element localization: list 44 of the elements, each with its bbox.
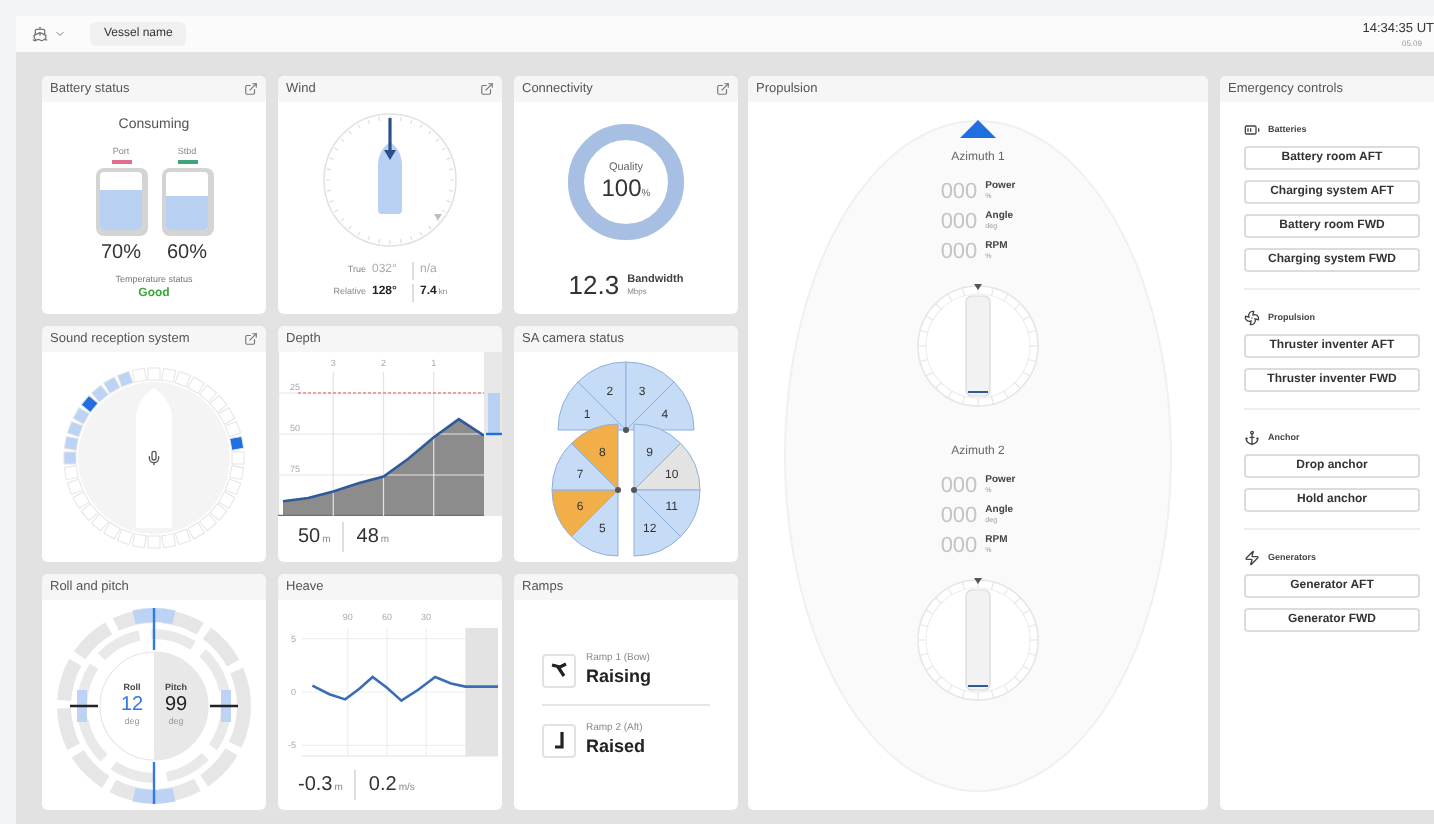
camera-node	[615, 487, 621, 493]
quality-value: 100	[601, 176, 642, 203]
bandwidth-value: 12.3	[568, 268, 620, 304]
external-link-icon[interactable]	[716, 82, 730, 96]
camera-sector[interactable]	[570, 489, 619, 557]
fan-icon	[1244, 310, 1260, 326]
camera-node	[631, 487, 637, 493]
camera-sector[interactable]	[633, 489, 701, 538]
camera-sector[interactable]	[625, 381, 695, 431]
ramp-icon	[551, 730, 567, 750]
camera-sector[interactable]	[633, 442, 701, 491]
camera-sector[interactable]	[570, 423, 619, 491]
battery-reading: 70%	[100, 241, 141, 265]
camera-sector[interactable]	[633, 423, 682, 491]
anchor-icon	[1244, 430, 1260, 446]
ramp-status: Raising	[586, 666, 652, 688]
thruster-dial-drawing	[916, 574, 1040, 706]
external-link-icon[interactable]	[244, 82, 258, 96]
ramp-icon	[549, 662, 569, 678]
battery-icon	[1244, 122, 1260, 138]
ramp-status: Raised	[586, 736, 646, 758]
reading-value: 0.2	[368, 772, 397, 800]
camera-sector[interactable]	[551, 442, 619, 491]
external-link-icon[interactable]	[244, 332, 258, 346]
camera-sector[interactable]	[625, 361, 675, 431]
reading-value: 50	[298, 524, 321, 552]
camera-sector[interactable]	[577, 361, 627, 431]
roll-value: 12	[120, 693, 144, 715]
reading-value: 48	[356, 524, 379, 552]
quality-ring	[566, 122, 686, 242]
battery-reading: 60%	[166, 241, 207, 265]
reading-value: -0.3	[298, 772, 333, 800]
wind-dial-drawing	[320, 110, 460, 250]
pitch-value: 99	[164, 693, 188, 715]
thruster-dial-drawing	[916, 280, 1040, 412]
caret-icon[interactable]	[54, 28, 66, 40]
vessel-icon[interactable]	[32, 26, 48, 42]
camera-sector[interactable]	[633, 489, 682, 557]
microphone-icon	[146, 449, 162, 465]
external-link-icon[interactable]	[480, 82, 494, 96]
heading-arrow-icon	[960, 120, 996, 138]
camera-sector[interactable]	[551, 489, 619, 538]
lightning-icon	[1244, 550, 1260, 566]
camera-node	[623, 427, 629, 433]
